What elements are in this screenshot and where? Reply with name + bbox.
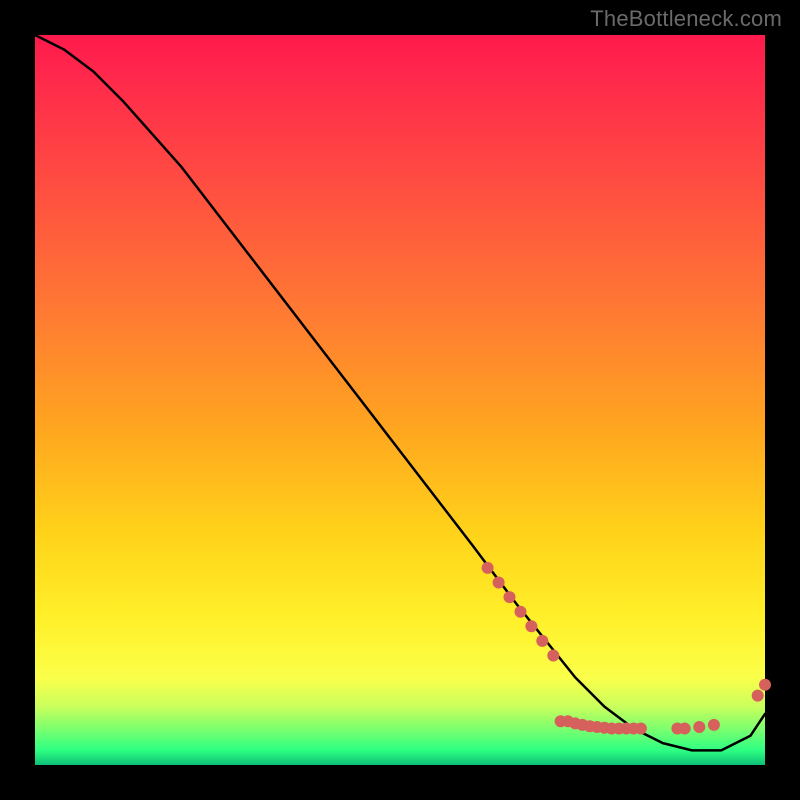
highlight-point xyxy=(493,577,505,589)
highlight-point xyxy=(679,723,691,735)
plot-area xyxy=(35,35,765,765)
highlight-point xyxy=(759,679,771,691)
highlight-point xyxy=(525,620,537,632)
highlight-point xyxy=(482,562,494,574)
attribution-text: TheBottleneck.com xyxy=(590,6,782,32)
curve-svg xyxy=(35,35,765,765)
highlight-point xyxy=(752,690,764,702)
chart-frame: TheBottleneck.com xyxy=(0,0,800,800)
highlight-points xyxy=(482,562,771,735)
highlight-point xyxy=(504,591,516,603)
highlight-point xyxy=(536,635,548,647)
highlight-point xyxy=(515,606,527,618)
bottleneck-curve xyxy=(35,35,765,750)
highlight-point xyxy=(635,723,647,735)
highlight-point xyxy=(708,719,720,731)
highlight-point xyxy=(693,721,705,733)
highlight-point xyxy=(547,650,559,662)
